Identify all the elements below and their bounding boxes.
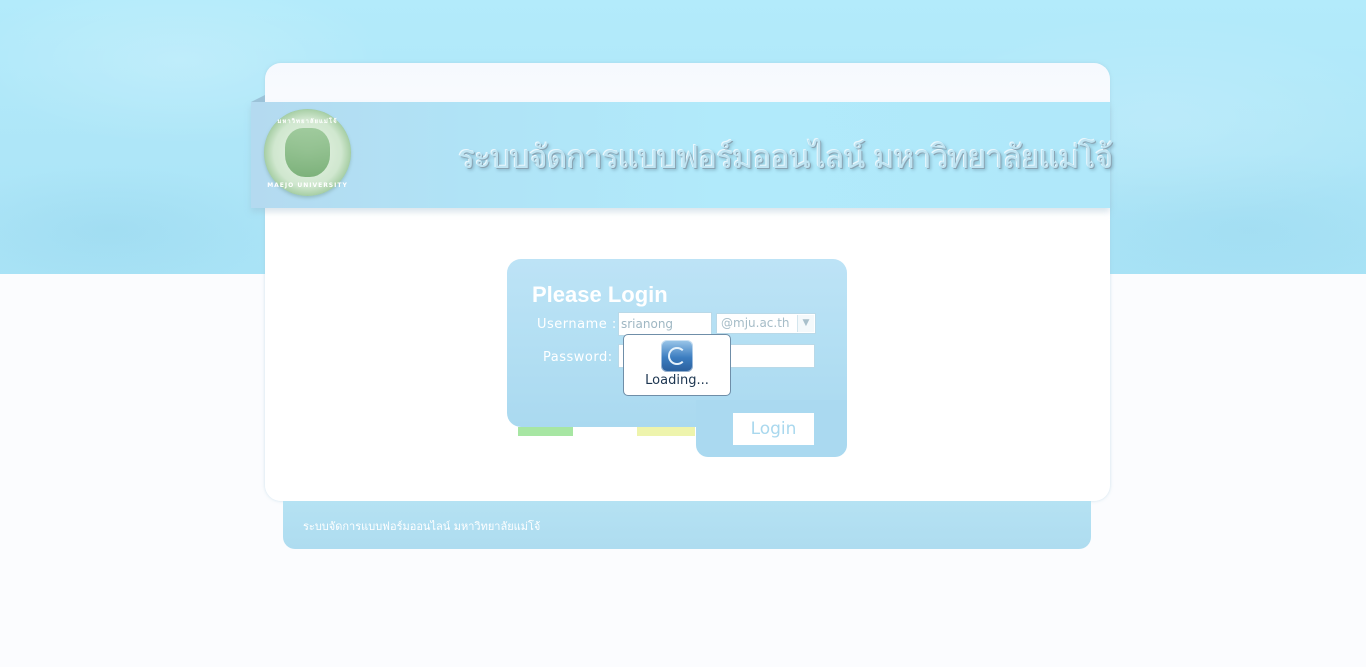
loading-dialog: Loading... — [623, 334, 731, 396]
accent-bar-yellow — [637, 427, 695, 436]
password-label: Password: — [543, 350, 613, 365]
login-title: Please Login — [532, 282, 668, 307]
login-button[interactable]: Login — [733, 413, 814, 445]
loading-spinner-icon — [661, 340, 693, 372]
logo-text-top: มหาวิทยาลัยแม่โจ้ — [277, 118, 338, 125]
banner-fold — [251, 95, 265, 102]
domain-select[interactable]: @mju.ac.th ▼ — [716, 313, 816, 334]
footer-text: ระบบจัดการแบบฟอร์มออนไลน์ มหาวิทยาลัยแม่… — [303, 520, 541, 533]
username-label: Username : — [537, 317, 617, 332]
domain-select-value: @mju.ac.th — [721, 316, 790, 330]
university-logo: มหาวิทยาลัยแม่โจ้ MAEJO UNIVERSITY — [264, 109, 351, 196]
loading-text: Loading... — [645, 373, 709, 388]
username-input[interactable] — [618, 312, 712, 336]
chevron-down-icon[interactable]: ▼ — [797, 315, 814, 332]
logo-text-bottom: MAEJO UNIVERSITY — [267, 182, 348, 189]
logo-emblem-icon — [285, 128, 330, 177]
accent-bar-green — [518, 427, 573, 436]
page-title: ระบบจัดการแบบฟอร์มออนไลน์ มหาวิทยาลัยแม่… — [458, 138, 1113, 176]
